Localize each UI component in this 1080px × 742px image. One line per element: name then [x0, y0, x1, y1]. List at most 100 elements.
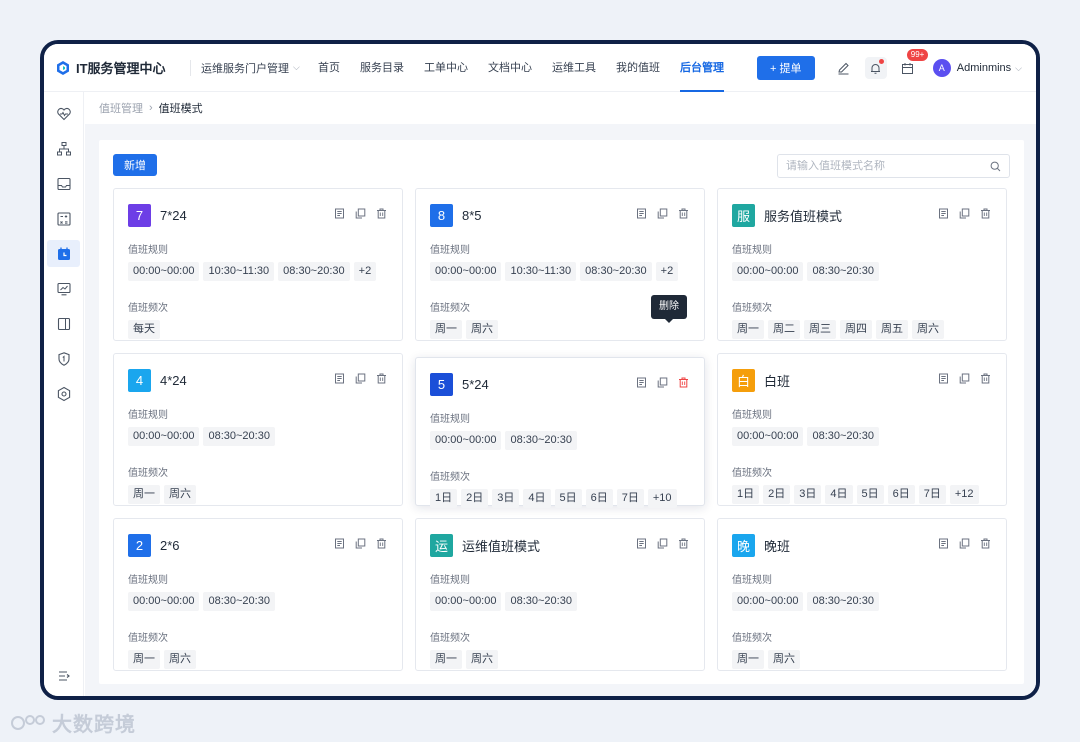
copy-icon[interactable] — [656, 207, 669, 220]
mode-avatar-icon: 运 — [430, 533, 453, 557]
sidebar-item-monitor[interactable] — [47, 275, 80, 302]
duty-mode-card[interactable]: 7 7*24 值班规则 00:00~00:00 10:30~11:30 08:30~20:… — [113, 188, 403, 341]
heart-pulse-icon — [56, 107, 71, 120]
app-logo[interactable]: IT服务管理中心 — [56, 58, 186, 77]
watermark-text: 大数跨境 — [52, 714, 136, 736]
bell-icon[interactable] — [864, 57, 887, 79]
detail-icon[interactable] — [937, 372, 950, 385]
duty-mode-card[interactable]: 2 2*6 值班规则 00:00~00:00 08:30~20:30 值班频次 周一 周六 — [113, 518, 403, 671]
logo-icon — [57, 60, 69, 75]
copy-icon[interactable] — [354, 372, 367, 385]
delete-icon[interactable] — [375, 372, 388, 385]
sidebar-item-inbox[interactable] — [47, 170, 80, 197]
delete-icon[interactable] — [677, 207, 690, 220]
nav-admin[interactable]: 后台管理 — [670, 44, 734, 92]
mode-avatar-icon: 白 — [732, 368, 755, 392]
submit-ticket-button[interactable]: + 提单 — [756, 56, 815, 80]
duty-mode-card[interactable]: 晚晚班 值班规则 00:00~00:00 08:30~20:30 值班频次 周一 周六 — [717, 518, 1007, 671]
delete-icon[interactable] — [979, 537, 992, 550]
detail-icon[interactable] — [333, 537, 346, 550]
duty-mode-card[interactable]: 运运维值班模式 值班规则 00:00~00:00 08:30~20:30 值班频次 周一周… — [415, 518, 705, 671]
user-menu[interactable]: A Adminmins ⌵ — [932, 59, 1022, 77]
rule-tags: 00:00~00:00 08:30~20:30 — [430, 592, 690, 611]
duty-mode-card[interactable]: 白白班 值班规则 00:00~00:00 08:30~20:30 值班频次 1日 2日 3日 4… — [717, 353, 1007, 506]
card-title: 运维值班模式 — [462, 538, 541, 554]
shield-icon — [57, 351, 70, 366]
sidebar-item-security[interactable] — [47, 345, 80, 372]
add-button[interactable]: 新增 — [113, 154, 157, 176]
rule-tags: 00:00~00:00 08:30~20:30 — [732, 427, 992, 446]
detail-icon[interactable] — [937, 537, 950, 550]
frequency-tag: 周六 — [164, 650, 196, 669]
nav-service-catalog[interactable]: 服务目录 — [350, 44, 414, 92]
duty-mode-card[interactable]: 5 5*24 值班规则 00:00~00:00 08:30~20:30 值班频次 1日 2日 3… — [415, 357, 705, 508]
nav-doc-center[interactable]: 文档中心 — [478, 44, 542, 92]
rule-tag: 00:00~00:00 — [732, 262, 804, 281]
copy-icon[interactable] — [354, 207, 367, 220]
copy-icon[interactable] — [656, 376, 669, 389]
portal-selector[interactable]: 运维服务门户管理 ⌵ — [190, 59, 300, 76]
calendar-icon[interactable]: 99+ — [897, 49, 929, 79]
nav-home[interactable]: 首页 — [308, 44, 350, 92]
breadcrumb-parent[interactable]: 值班管理 — [99, 100, 143, 116]
mode-avatar-icon: 2 — [128, 533, 151, 557]
search-icon[interactable] — [990, 161, 1001, 172]
detail-icon[interactable] — [635, 537, 648, 550]
frequency-tag: 周六 — [912, 320, 944, 339]
nav-ops-tools[interactable]: 运维工具 — [542, 44, 606, 92]
detail-icon[interactable] — [635, 207, 648, 220]
collapse-sidebar-button[interactable] — [54, 666, 74, 686]
card-title: 4*24 — [160, 372, 187, 388]
rule-tag: +2 — [655, 262, 679, 281]
sidebar — [44, 92, 84, 696]
card-actions — [929, 207, 992, 220]
delete-icon[interactable] — [375, 207, 388, 220]
search-input[interactable] — [786, 160, 990, 172]
copy-icon[interactable] — [958, 537, 971, 550]
rule-tag: 00:00~00:00 — [128, 262, 200, 281]
duty-mode-card[interactable]: 4 4*24 值班规则 00:00~00:00 08:30~20:30 值班频次 周一 周六 — [113, 353, 403, 506]
sidebar-item-health[interactable] — [47, 100, 80, 127]
edit-icon[interactable] — [833, 57, 855, 79]
detail-icon[interactable] — [635, 376, 648, 389]
sidebar-item-settings[interactable] — [47, 380, 80, 407]
delete-icon[interactable] — [979, 207, 992, 220]
sidebar-item-duty[interactable] — [47, 240, 80, 267]
rule-tags: 00:00~00:00 08:30~20:30 — [128, 592, 388, 611]
delete-icon[interactable] — [375, 537, 388, 550]
nav-ticket-center[interactable]: 工单中心 — [414, 44, 478, 92]
delete-icon[interactable] — [677, 376, 690, 389]
frequency-label: 值班频次 — [128, 633, 168, 644]
duty-mode-grid: 7 7*24 值班规则 00:00~00:00 10:30~11:30 08:30~20:… — [113, 188, 1007, 671]
org-tree-icon — [56, 141, 71, 155]
sidebar-item-calc[interactable] — [47, 205, 80, 232]
delete-icon[interactable] — [979, 372, 992, 385]
duty-mode-card[interactable]: 服服务值班模式 值班规则 00:00~00:00 08:30~20:30 值班频次 周一周… — [717, 188, 1007, 341]
header-actions: + 提单 99+ A Adminmins ⌵ — [756, 44, 1036, 92]
frequency-tag: 周一 — [430, 650, 462, 669]
delete-icon[interactable] — [677, 537, 690, 550]
rule-tags: 00:00~00:00 08:30~20:30 — [732, 262, 992, 281]
detail-icon[interactable] — [937, 207, 950, 220]
duty-mode-panel: 新增 77*24值班规则00:00~00:0010:30~11:3008:30~… — [99, 140, 1024, 684]
nav-my-duty[interactable]: 我的值班 — [606, 44, 670, 92]
sidebar-item-book[interactable] — [47, 310, 80, 337]
rule-label: 值班规则 — [430, 245, 470, 256]
copy-icon[interactable] — [656, 537, 669, 550]
rule-label: 值班规则 — [128, 575, 168, 586]
frequency-tag: 7日 — [616, 489, 644, 508]
copy-icon[interactable] — [958, 372, 971, 385]
copy-icon[interactable] — [354, 537, 367, 550]
rule-tags: 00:00~00:00 10:30~11:30 08:30~20:30 +2 — [128, 262, 388, 281]
detail-icon[interactable] — [333, 372, 346, 385]
mode-avatar-icon: 4 — [128, 368, 151, 392]
frequency-tags: 周一 周六 — [128, 650, 388, 669]
frequency-tag: +10 — [647, 489, 677, 508]
mode-avatar-icon: 7 — [128, 203, 151, 227]
mode-avatar-icon: 服 — [732, 203, 755, 227]
rule-tag: 08:30~20:30 — [807, 262, 879, 281]
detail-icon[interactable] — [333, 207, 346, 220]
frequency-tag: 周一 — [128, 650, 160, 669]
sidebar-item-org[interactable] — [47, 135, 80, 162]
copy-icon[interactable] — [958, 207, 971, 220]
